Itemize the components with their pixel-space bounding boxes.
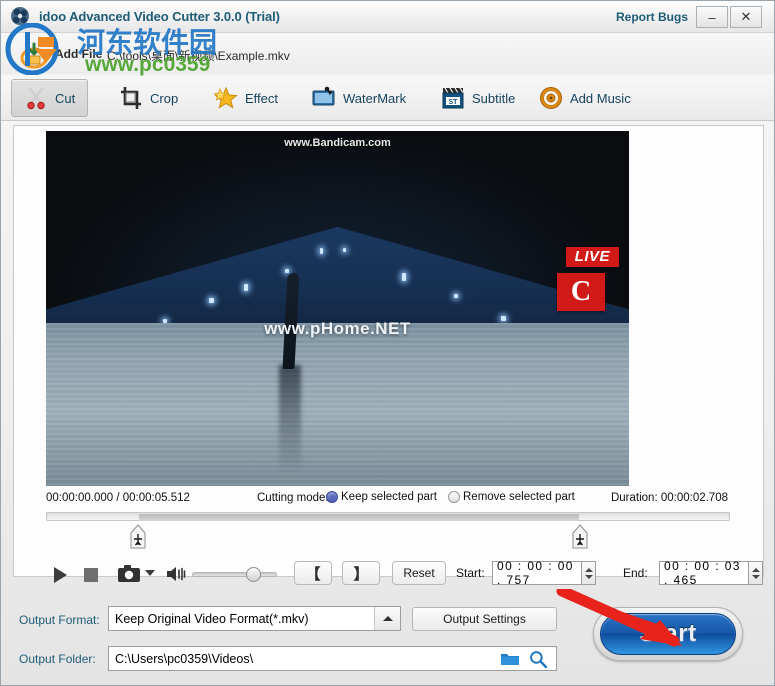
application-window: idoo Advanced Video Cutter 3.0.0 (Trial)… xyxy=(0,0,775,686)
chevron-down-icon[interactable] xyxy=(145,570,155,576)
chevron-up-triangle xyxy=(383,616,393,621)
app-logo-icon xyxy=(9,5,35,29)
tab-watermark-label: WaterMark xyxy=(343,91,406,106)
start-time-stepper[interactable] xyxy=(582,561,596,585)
tab-crop-label: Crop xyxy=(150,91,178,106)
volume-slider[interactable] xyxy=(192,572,277,577)
camera-icon[interactable] xyxy=(118,565,140,583)
bandicam-watermark: www.Bandicam.com xyxy=(46,137,629,149)
output-format-label: Output Format: xyxy=(19,613,100,627)
speaker-icon xyxy=(539,86,563,110)
wing-light xyxy=(454,294,458,298)
timeline-marker-start[interactable] xyxy=(129,524,147,550)
info-row: 00:00:00.000 / 00:00:05.512 Cutting mode… xyxy=(14,490,763,510)
subtitle-icon: ST xyxy=(441,86,465,110)
start-button-inner: Start xyxy=(600,613,736,655)
duration-display: Duration: 00:00:02.708 xyxy=(611,492,728,504)
video-preview[interactable]: www.Bandicam.com www.pHome.NET LIVE C xyxy=(46,131,629,486)
output-folder-label: Output Folder: xyxy=(19,652,96,666)
crop-icon xyxy=(119,86,143,110)
start-time-input[interactable]: 00 : 00 : 00 . 757 xyxy=(492,561,582,585)
tab-cut[interactable]: Cut xyxy=(11,79,88,117)
output-settings-button[interactable]: Output Settings xyxy=(412,607,557,631)
tab-subtitle[interactable]: ST Subtitle xyxy=(428,79,528,117)
add-file-path: C:\tools\桌面\新视频\Example.mkv xyxy=(107,47,290,64)
star-icon xyxy=(214,86,238,110)
add-file-label[interactable]: Add File xyxy=(55,47,102,61)
stepper-up-icon[interactable] xyxy=(585,568,593,572)
output-folder-input[interactable]: C:\Users\pc0359\Videos\ xyxy=(108,646,557,671)
wing-light xyxy=(209,298,214,303)
tab-watermark[interactable]: WaterMark xyxy=(299,79,419,117)
radio-remove-indicator xyxy=(448,491,460,503)
channel-logo: C xyxy=(557,273,605,311)
output-format-select[interactable]: Keep Original Video Format(*.mkv) xyxy=(108,606,401,631)
timeline-track[interactable] xyxy=(46,512,730,521)
close-button[interactable]: ✕ xyxy=(730,6,762,28)
preview-panel: www.Bandicam.com www.pHome.NET LIVE C 00… xyxy=(13,125,764,577)
search-icon[interactable] xyxy=(529,650,547,668)
video-water-layer xyxy=(46,323,629,486)
tab-add-music[interactable]: Add Music xyxy=(526,79,644,117)
stepper-down-icon[interactable] xyxy=(752,575,760,579)
center-watermark: www.pHome.NET xyxy=(46,319,629,339)
output-format-value: Keep Original Video Format(*.mkv) xyxy=(109,612,309,626)
radio-keep-indicator xyxy=(326,491,338,503)
stepper-down-icon[interactable] xyxy=(585,575,593,579)
play-icon[interactable] xyxy=(54,567,67,583)
svg-text:ST: ST xyxy=(449,99,459,106)
figure-reflection xyxy=(279,365,301,475)
timeline[interactable] xyxy=(46,512,730,558)
add-file-row: Add File C:\tools\桌面\新视频\Example.mkv xyxy=(1,34,774,74)
start-button-label: Start xyxy=(639,620,696,648)
stop-icon[interactable] xyxy=(84,568,98,582)
tab-cut-label: Cut xyxy=(55,91,75,106)
volume-icon[interactable] xyxy=(166,565,186,583)
tab-subtitle-label: Subtitle xyxy=(472,91,515,106)
radio-remove-label: Remove selected part xyxy=(463,491,575,503)
radio-remove-selected-part[interactable]: Remove selected part xyxy=(448,491,575,503)
tab-effect[interactable]: Effect xyxy=(201,79,291,117)
end-time-stepper[interactable] xyxy=(749,561,763,585)
wing-light xyxy=(244,284,248,291)
tab-bar: Cut Crop Effect WaterMark xyxy=(1,76,774,121)
end-time-input[interactable]: 00 : 00 : 03 . 465 xyxy=(659,561,749,585)
tab-crop[interactable]: Crop xyxy=(106,79,191,117)
time-display: 00:00:00.000 / 00:00:05.512 xyxy=(46,492,190,504)
cutting-mode-label: Cutting mode: xyxy=(257,492,329,504)
output-folder-value: C:\Users\pc0359\Videos\ xyxy=(109,652,253,666)
wing-light xyxy=(285,269,289,273)
reset-button[interactable]: Reset xyxy=(392,561,446,585)
wing-light xyxy=(402,273,406,281)
report-bugs-link[interactable]: Report Bugs xyxy=(616,10,688,24)
end-time-label: End: xyxy=(623,566,648,580)
folder-icon[interactable] xyxy=(501,652,519,666)
set-end-marker-button[interactable]: 】 xyxy=(342,561,380,585)
scissors-icon xyxy=(24,86,48,110)
live-badge: LIVE xyxy=(566,247,619,267)
set-start-marker-button[interactable]: 【 xyxy=(294,561,332,585)
radio-keep-label: Keep selected part xyxy=(341,491,437,503)
volume-slider-knob[interactable] xyxy=(246,567,261,582)
radio-keep-selected-part[interactable]: Keep selected part xyxy=(326,491,437,503)
timeline-selection[interactable] xyxy=(139,514,579,521)
chevron-up-icon[interactable] xyxy=(374,607,400,630)
minimize-button[interactable]: – xyxy=(696,6,728,28)
start-time-label: Start: xyxy=(456,566,485,580)
wing-light xyxy=(320,248,323,254)
tab-add-music-label: Add Music xyxy=(570,91,631,106)
timeline-marker-end[interactable] xyxy=(571,524,589,550)
playback-control-bar: 【 】 Reset Start: 00 : 00 : 00 . 757 End:… xyxy=(14,556,763,596)
window-title: idoo Advanced Video Cutter 3.0.0 (Trial) xyxy=(39,9,280,24)
stepper-up-icon[interactable] xyxy=(752,568,760,572)
start-button[interactable]: Start xyxy=(593,607,743,661)
title-bar: idoo Advanced Video Cutter 3.0.0 (Trial)… xyxy=(1,1,774,33)
watermark-icon xyxy=(312,86,336,110)
tab-effect-label: Effect xyxy=(245,91,278,106)
add-file-icon[interactable] xyxy=(19,40,49,70)
